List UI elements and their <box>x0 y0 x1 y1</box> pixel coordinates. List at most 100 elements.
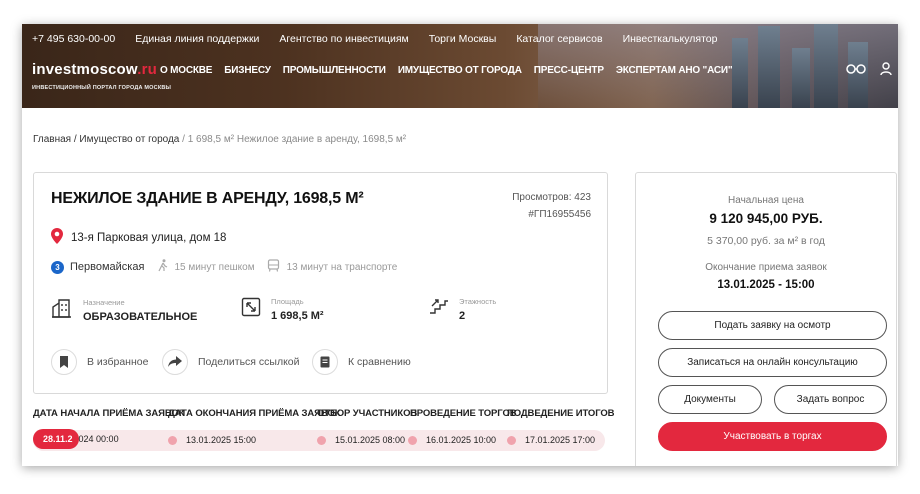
transport-time: 13 минут на транспорте <box>286 261 398 273</box>
documents-button[interactable]: Документы <box>658 385 762 414</box>
property-value: 2 <box>459 310 466 322</box>
user-icon[interactable] <box>880 62 892 81</box>
metro-station: Первомайская <box>70 261 145 273</box>
object-address: 13-я Парковая улица, дом 18 <box>51 228 226 247</box>
timeline-stage: 15.01.2025 08:00 <box>317 435 405 445</box>
timeline-date: 15.01.2025 08:00 <box>335 435 406 445</box>
breadcrumb-current: 1 698,5 м² Нежилое здание в аренду, 1698… <box>187 134 407 145</box>
logo-subtitle: ИНВЕСТИЦИОННЫЙ ПОРТАЛ ГОРОДА МОСКВЫ <box>32 85 172 91</box>
breadcrumb: Главная / Имущество от города / 1 698,5 … <box>33 134 406 145</box>
timeline-header: ДАТА ОКОНЧАНИЯ ПРИЁМА ЗАЯВОК <box>168 408 341 419</box>
property-value: ОБРАЗОВАТЕЛЬНОЕ <box>83 311 198 323</box>
timeline-date: 13.01.2025 15:00 <box>186 435 257 445</box>
timeline-stage: 16.01.2025 10:00 <box>408 435 496 445</box>
address-text: 13-я Парковая улица, дом 18 <box>71 231 227 244</box>
building-icon <box>51 297 73 324</box>
logo-domain: .ru <box>137 61 157 78</box>
walk-time: 15 минут пешком <box>174 261 255 273</box>
site-header: +7 495 630-00-00 Единая линия поддержки … <box>22 24 898 108</box>
property-area: Площадь 1 698,5 М² <box>241 297 324 322</box>
nav-item-press[interactable]: ПРЕСС-ЦЕНТР <box>534 65 604 76</box>
timeline-start-date: 28.11.2 024 00:00 <box>33 429 119 449</box>
header-icons <box>846 62 892 81</box>
skyline-decoration <box>814 24 838 108</box>
metro-info: 3 Первомайская 15 минут пешком 13 минут … <box>51 259 397 275</box>
timeline-header: ДАТА НАЧАЛА ПРИЁМА ЗАЯВОК <box>33 408 185 419</box>
participate-button[interactable]: Участвовать в торгах <box>658 422 887 451</box>
timeline-header: ПРОВЕДЕНИЕ ТОРГОВ <box>410 408 517 419</box>
transport-icon <box>267 259 280 275</box>
price-per-sqm: 5 370,00 руб. за м² в год <box>707 235 825 247</box>
share-label: Поделиться ссылкой <box>198 356 300 368</box>
compare-icon <box>312 349 338 375</box>
agency-link[interactable]: Агентство по инвестициям <box>279 33 408 45</box>
property-label: Площадь <box>271 297 304 306</box>
main-nav: О МОСКВЕ БИЗНЕСУ ПРОМЫШЛЕННОСТИ ИМУЩЕСТВ… <box>160 65 733 76</box>
timeline-header: ПОДВЕДЕНИЕ ИТОГОВ <box>507 408 615 419</box>
nav-item-industry[interactable]: ПРОМЫШЛЕННОСТИ <box>283 65 386 76</box>
price-panel: Начальная цена 9 120 945,00 РУБ. 5 370,0… <box>635 172 897 466</box>
breadcrumb-home[interactable]: Главная <box>33 134 71 145</box>
skyline-decoration <box>792 48 810 108</box>
timeline-current-marker: 28.11.2 <box>33 429 79 449</box>
compare-label: К сравнению <box>348 356 411 368</box>
property-floors: Этажность 2 <box>429 297 496 322</box>
object-meta: Просмотров: 423 #ГП16955456 <box>512 189 591 223</box>
object-title: НЕЖИЛОЕ ЗДАНИЕ В АРЕНДУ, 1698,5 М² <box>51 190 364 207</box>
favorite-label: В избранное <box>87 356 149 368</box>
timeline-dot <box>168 435 177 445</box>
skyline-decoration <box>758 26 780 108</box>
timeline-stage: 13.01.2025 15:00 <box>168 435 256 445</box>
stairs-icon <box>429 297 449 322</box>
timeline-dot <box>317 435 326 445</box>
breadcrumb-separator: / <box>179 134 188 145</box>
share-icon <box>162 349 188 375</box>
share-button[interactable]: Поделиться ссылкой <box>162 349 300 375</box>
property-label: Этажность <box>459 297 497 306</box>
favorite-button[interactable]: В избранное <box>51 349 148 375</box>
area-icon <box>241 297 261 322</box>
timeline-date: 17.01.2025 17:00 <box>525 435 596 445</box>
price-value: 9 120 945,00 РУБ. <box>709 211 823 226</box>
nav-item-moscow[interactable]: О МОСКВЕ <box>160 65 212 76</box>
price-label: Начальная цена <box>728 195 804 206</box>
timeline-date: 16.01.2025 10:00 <box>426 435 497 445</box>
timeline-dot <box>507 435 516 445</box>
accessibility-glasses-icon[interactable] <box>846 62 866 81</box>
metro-line-badge: 3 <box>51 260 64 274</box>
object-code: #ГП16955456 <box>528 209 591 220</box>
header-topbar: +7 495 630-00-00 Единая линия поддержки … <box>32 33 717 45</box>
timeline-dot <box>408 435 417 445</box>
deadline-value: 13.01.2025 - 15:00 <box>717 279 815 291</box>
logo-text: investmoscow <box>32 61 138 78</box>
online-consultation-button[interactable]: Записаться на онлайн консультацию <box>658 348 887 377</box>
catalog-link[interactable]: Каталог сервисов <box>516 33 602 45</box>
nav-item-property[interactable]: ИМУЩЕСТВО ОТ ГОРОДА <box>398 65 522 76</box>
object-properties: Назначение ОБРАЗОВАТЕЛЬНОЕ Площадь 1 698… <box>51 297 591 331</box>
ask-question-button[interactable]: Задать вопрос <box>774 385 887 414</box>
timeline-start-rest: 024 00:00 <box>78 434 119 444</box>
views-count: Просмотров: 423 <box>512 192 591 203</box>
page-frame: +7 495 630-00-00 Единая линия поддержки … <box>22 24 898 466</box>
property-label: Назначение <box>83 298 125 307</box>
object-card: НЕЖИЛОЕ ЗДАНИЕ В АРЕНДУ, 1698,5 М² Просм… <box>33 172 608 394</box>
property-value: 1 698,5 М² <box>271 310 324 322</box>
calculator-link[interactable]: Инвесткалькулятор <box>623 33 718 45</box>
object-actions: В избранное Поделиться ссылкой К сравнен… <box>51 349 591 377</box>
auctions-link[interactable]: Торги Москвы <box>429 33 497 45</box>
property-purpose: Назначение ОБРАЗОВАТЕЛЬНОЕ <box>51 297 197 324</box>
breadcrumb-section[interactable]: Имущество от города <box>79 134 179 145</box>
nav-item-experts[interactable]: ЭКСПЕРТАМ АНО "АСИ" <box>616 65 733 76</box>
nav-item-business[interactable]: БИЗНЕСУ <box>224 65 271 76</box>
compare-button[interactable]: К сравнению <box>312 349 411 375</box>
timeline-stage: 17.01.2025 17:00 <box>507 435 595 445</box>
bookmark-icon <box>51 349 77 375</box>
phone-link[interactable]: +7 495 630-00-00 <box>32 33 115 45</box>
deadline-label: Окончание приема заявок <box>705 262 827 273</box>
support-link[interactable]: Единая линия поддержки <box>135 33 259 45</box>
site-logo[interactable]: investmoscow.ru <box>32 61 157 78</box>
inspection-request-button[interactable]: Подать заявку на осмотр <box>658 311 887 340</box>
timeline-header: ОТБОР УЧАСТНИКОВ <box>317 408 418 419</box>
location-pin-icon <box>51 228 63 247</box>
walk-icon <box>158 259 168 275</box>
